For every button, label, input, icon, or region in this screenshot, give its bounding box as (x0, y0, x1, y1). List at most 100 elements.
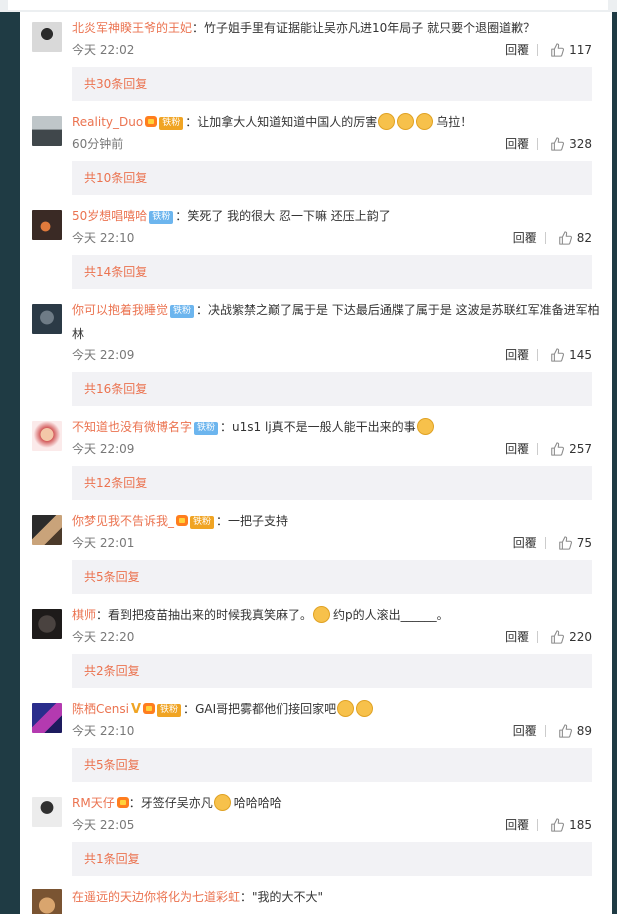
colon-separator: ： (196, 303, 209, 317)
fan-badge[interactable]: 铁粉 (159, 117, 184, 130)
username-link[interactable]: 棋师 (72, 608, 96, 622)
fan-badge[interactable]: 铁粉 (149, 211, 174, 224)
emoji-icon (416, 418, 434, 435)
reply-button[interactable]: 回覆 (505, 42, 529, 58)
comment-time: 今天 22:09 (72, 348, 135, 362)
reply-button[interactable]: 回覆 (505, 136, 529, 152)
vip-level-icon[interactable] (176, 515, 189, 526)
action-divider (537, 819, 539, 831)
like-thumb-icon[interactable] (550, 137, 565, 151)
view-replies-link[interactable]: 共2条回复 (72, 654, 592, 688)
comment-time: 今天 22:09 (72, 442, 135, 456)
verified-v-icon: V (130, 702, 142, 717)
top-strip-inner (8, 0, 608, 10)
like-thumb-icon[interactable] (558, 536, 572, 550)
user-avatar[interactable] (32, 609, 62, 639)
like-thumb-icon[interactable] (550, 442, 565, 456)
comment-text: 笑死了 我的很大 忍一下嘛 还压上韵了 (187, 209, 391, 223)
like-count: 82 (576, 231, 592, 245)
user-avatar[interactable] (32, 515, 62, 545)
comment-text-tail: 乌拉！ (436, 115, 473, 129)
like-count: 328 (569, 137, 592, 151)
user-avatar[interactable] (32, 116, 62, 146)
reply-button[interactable]: 回覆 (505, 629, 529, 645)
fan-badge[interactable]: 铁粉 (157, 704, 182, 717)
like-count: 257 (569, 442, 592, 456)
comment-text: 看到把疫苗抽出来的时候我真笑麻了。 (108, 608, 313, 622)
comment-text: 竹子姐手里有证据能让吴亦凡进10年局子 就只要个退圈道歉？ (204, 21, 536, 35)
vip-level-icon[interactable] (116, 797, 129, 808)
comment-body: 你可以抱着我睡觉 铁粉 ：决战紫禁之巅了属于是 下达最后通牒了属于是 这波是苏联红军… (72, 298, 600, 346)
comment-body: 陈栖Censi V 铁粉 ：GAI哥把雾都他们接回家吧 (72, 697, 600, 722)
comment-text: GAI哥把雾都他们接回家吧 (195, 702, 337, 716)
user-avatar[interactable] (32, 22, 62, 52)
comment-time: 今天 22:20 (72, 630, 135, 644)
like-thumb-icon[interactable] (550, 818, 565, 832)
reply-button[interactable]: 回覆 (513, 535, 537, 551)
username-link[interactable]: 你梦见我不告诉我_ (72, 514, 174, 528)
like-count: 145 (569, 348, 592, 362)
comment-text: 一把子支持 (228, 514, 289, 528)
action-divider (544, 725, 546, 737)
colon-separator: ： (216, 514, 229, 528)
view-replies-link[interactable]: 共14条回复 (72, 255, 592, 289)
reply-button[interactable]: 回覆 (505, 441, 529, 457)
vip-level-icon[interactable] (145, 116, 158, 127)
comments-panel: 北炎军神睽王爷的王妃：竹子姐手里有证据能让吴亦凡进10年局子 就只要个退圈道歉？… (20, 12, 612, 914)
colon-separator: ： (96, 608, 109, 622)
reply-button[interactable]: 回覆 (505, 817, 529, 833)
emoji-icon (337, 700, 355, 717)
like-thumb-icon[interactable] (558, 724, 572, 738)
username-link[interactable]: Reality_Duo (72, 115, 143, 129)
reply-button[interactable]: 回覆 (513, 723, 537, 739)
comment-text: 牙签仔吴亦凡 (140, 796, 213, 810)
view-replies-link[interactable]: 共16条回复 (72, 372, 592, 406)
user-avatar[interactable] (32, 421, 62, 451)
view-replies-link[interactable]: 共30条回复 (72, 67, 592, 101)
comment-text: "我的大不大" (252, 890, 324, 904)
like-count: 117 (569, 43, 592, 57)
user-avatar[interactable] (32, 703, 62, 733)
comment-actions: 回覆 257 (505, 441, 592, 457)
comment-body: Reality_Duo 铁粉 ：让加拿大人知道知道中国人的厉害 乌拉！ (72, 110, 600, 134)
like-thumb-icon[interactable] (550, 630, 565, 644)
username-link[interactable]: 在遥远的天边你将化为七道彩虹 (72, 890, 240, 904)
username-link[interactable]: 50岁想唱嘻哈 (72, 209, 147, 223)
username-link[interactable]: 北炎军神睽王爷的王妃 (72, 21, 192, 35)
like-count: 185 (569, 818, 592, 832)
fan-badge[interactable]: 铁粉 (190, 516, 215, 529)
view-replies-link[interactable]: 共1条回复 (72, 842, 592, 876)
view-replies-link[interactable]: 共10条回复 (72, 161, 592, 195)
user-avatar[interactable] (32, 797, 62, 827)
comment-body: 你梦见我不告诉我_ 铁粉 ：一把子支持 (72, 509, 600, 533)
user-avatar[interactable] (32, 210, 62, 240)
view-replies-link[interactable]: 共5条回复 (72, 748, 592, 782)
comment-time: 今天 22:10 (72, 231, 135, 245)
username-link[interactable]: RM天仔 (72, 796, 115, 810)
view-replies-link[interactable]: 共12条回复 (72, 466, 592, 500)
username-link[interactable]: 你可以抱着我睡觉 (72, 303, 168, 317)
vip-level-icon[interactable] (143, 703, 156, 714)
user-avatar[interactable] (32, 889, 62, 914)
colon-separator: ： (192, 21, 205, 35)
username-link[interactable]: 陈栖Censi (72, 702, 129, 716)
username-link[interactable]: 不知道也没有微博名字 (72, 420, 192, 434)
like-thumb-icon[interactable] (550, 348, 565, 362)
comment-text-tail: 哈哈哈哈 (233, 796, 282, 810)
reply-button[interactable]: 回覆 (505, 347, 529, 363)
reply-button[interactable]: 回覆 (513, 230, 537, 246)
user-avatar[interactable] (32, 304, 62, 334)
comment-time: 今天 22:01 (72, 536, 135, 550)
action-divider (537, 44, 539, 56)
fan-badge[interactable]: 铁粉 (170, 305, 195, 318)
colon-separator: ： (220, 420, 233, 434)
view-replies-link[interactable]: 共5条回复 (72, 560, 592, 594)
like-thumb-icon[interactable] (550, 43, 565, 57)
fan-badge[interactable]: 铁粉 (194, 422, 219, 435)
like-thumb-icon[interactable] (558, 231, 572, 245)
comment-actions: 回覆 185 (505, 817, 592, 833)
browser-top-strip (0, 0, 617, 12)
comment-body: 棋师：看到把疫苗抽出来的时候我真笑麻了。 约p的人滚出______。 (72, 603, 600, 627)
emoji-icon (356, 700, 374, 717)
like-count: 89 (576, 724, 592, 738)
